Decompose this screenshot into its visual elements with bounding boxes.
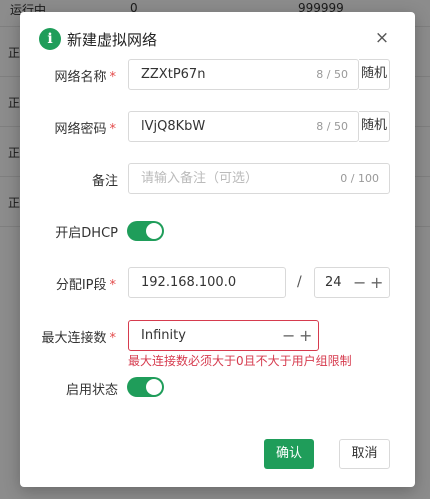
dialog-title: 新建虚拟网络 — [67, 31, 158, 49]
ip-segment-value: 192.168.100.0 — [141, 275, 237, 290]
random-name-button[interactable]: 随机 — [359, 59, 390, 90]
network-name-count: 8 / 50 — [316, 68, 348, 81]
cancel-button[interactable]: 取消 — [339, 439, 390, 469]
max-connections-error: 最大连接数必须大于0且不大于用户组限制 — [128, 354, 352, 368]
dhcp-toggle[interactable] — [127, 221, 164, 241]
remark-placeholder: 请输入备注（可选） — [141, 171, 259, 186]
max-connections-value: Infinity — [141, 328, 186, 343]
info-icon: i — [39, 28, 61, 50]
required-mark: * — [109, 331, 117, 346]
max-conn-increment-button[interactable]: + — [299, 321, 312, 351]
network-password-input[interactable]: lVjQ8KbW 8 / 50 — [128, 111, 359, 142]
max-connections-stepper[interactable]: Infinity − + — [128, 320, 319, 351]
ip-segment-input[interactable]: 192.168.100.0 — [128, 267, 286, 298]
network-password-value: lVjQ8KbW — [141, 119, 206, 134]
subnet-mask-value: 24 — [325, 275, 342, 290]
confirm-button[interactable]: 确认 — [264, 439, 314, 469]
dhcp-label: 开启DHCP — [55, 226, 118, 241]
ip-separator: / — [297, 274, 302, 290]
remark-input[interactable]: 请输入备注（可选） 0 / 100 — [128, 163, 390, 194]
required-mark: * — [109, 278, 117, 293]
toggle-knob — [146, 223, 162, 239]
max-connections-label: 最大连接数 * — [41, 331, 117, 346]
enable-status-toggle[interactable] — [127, 377, 164, 397]
max-conn-decrement-button[interactable]: − — [282, 321, 295, 351]
mask-increment-button[interactable]: + — [370, 268, 383, 298]
create-virtual-network-dialog: i 新建虚拟网络 × 网络名称 * ZZXtP67n 8 / 50 随机 网络密码… — [20, 12, 415, 487]
network-name-value: ZZXtP67n — [141, 67, 206, 82]
network-name-label: 网络名称 * — [54, 70, 117, 85]
required-mark: * — [109, 70, 117, 85]
random-password-button[interactable]: 随机 — [359, 111, 390, 142]
remark-count: 0 / 100 — [340, 172, 379, 185]
required-mark: * — [109, 122, 117, 137]
remark-label: 备注 — [91, 174, 118, 189]
network-password-label: 网络密码 * — [54, 122, 117, 137]
enable-status-label: 启用状态 — [65, 383, 118, 398]
mask-decrement-button[interactable]: − — [353, 268, 366, 298]
ip-segment-label: 分配IP段 * — [55, 278, 117, 293]
toggle-knob — [146, 379, 162, 395]
network-password-count: 8 / 50 — [316, 120, 348, 133]
subnet-mask-stepper[interactable]: 24 − + — [314, 267, 390, 298]
network-name-input[interactable]: ZZXtP67n 8 / 50 — [128, 59, 359, 90]
close-icon[interactable]: × — [374, 30, 390, 47]
